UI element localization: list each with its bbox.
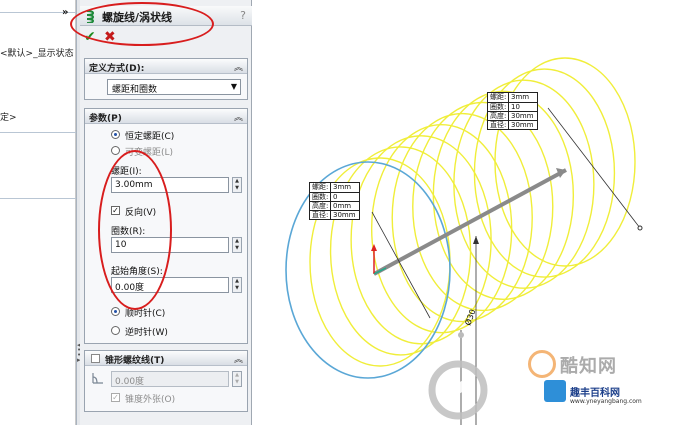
taper-outward-checkbox[interactable]: ✓ bbox=[111, 393, 120, 402]
annotation-oval-parameters bbox=[98, 150, 172, 310]
definition-group-header[interactable]: 定义方式(D): ︽ bbox=[85, 59, 247, 74]
pitch-spinner[interactable]: ▲ ▼ bbox=[232, 177, 242, 193]
radio-constant-pitch[interactable] bbox=[111, 130, 120, 139]
feature-tree-panel: <默认>_显示状态 定> » bbox=[0, 0, 76, 425]
taper-angle-field[interactable]: 0.00度 bbox=[111, 371, 229, 387]
taper-angle-icon bbox=[92, 373, 103, 384]
parameters-header-label: 参数(P) bbox=[89, 114, 122, 124]
drag-handle[interactable] bbox=[458, 332, 464, 338]
callout-tag-start[interactable]: 螺距: 3mm 圈数: 0 高度: 0mm 直径: 30mm bbox=[309, 182, 360, 220]
expand-panel-icon[interactable]: » bbox=[62, 7, 68, 18]
watermark-circle-icon bbox=[528, 350, 556, 378]
diameter-dimension-text[interactable]: Ø30 bbox=[462, 308, 477, 327]
taper-angle-spinner[interactable]: ▲ ▼ bbox=[232, 371, 242, 387]
collapse-chevron-icon[interactable]: ︽ bbox=[234, 110, 243, 123]
annotation-oval-title bbox=[70, 2, 214, 46]
tree-divider bbox=[0, 132, 76, 133]
taper-group: 锥形螺纹线(T) ︽ 0.00度 ▲ ▼ ✓ 锥度外张(O) bbox=[84, 350, 248, 412]
parameters-group-header[interactable]: 参数(P) ︽ bbox=[85, 109, 247, 124]
leader-line bbox=[547, 107, 641, 229]
radio-clockwise[interactable] bbox=[111, 307, 120, 316]
tree-divider bbox=[0, 198, 76, 199]
definition-method-value: 螺距和圈数 bbox=[112, 85, 158, 95]
tree-item-fragment[interactable]: 定> bbox=[0, 110, 17, 123]
taper-outward-label: 锥度外张(O) bbox=[125, 395, 176, 405]
taper-angle-value: 0.00度 bbox=[115, 377, 145, 387]
leader-line bbox=[371, 211, 431, 319]
revolutions-spinner[interactable]: ▲ ▼ bbox=[232, 237, 242, 253]
watermark: 酷知网 趣丰百科网 www.yneyangbang.com bbox=[428, 342, 662, 422]
tree-item-display-state[interactable]: <默认>_显示状态 bbox=[0, 46, 74, 59]
radio-counterclockwise[interactable] bbox=[111, 326, 120, 335]
watermark-site-name: 趣丰百科网 bbox=[570, 388, 620, 399]
radio-counterclockwise-label: 逆时针(W) bbox=[125, 328, 168, 338]
callout-tag-end[interactable]: 螺距: 3mm 圈数: 10 高度: 30mm 直径: 30mm bbox=[487, 92, 538, 130]
definition-group: 定义方式(D): ︽ 螺距和圈数 ▼ bbox=[84, 58, 248, 100]
collapse-chevron-icon[interactable]: ︽ bbox=[234, 352, 243, 365]
dimension-arrow bbox=[473, 236, 479, 244]
watermark-logo-icon bbox=[428, 360, 488, 420]
leader-endpoint bbox=[637, 225, 643, 231]
radio-constant-pitch-label: 恒定螺距(C) bbox=[125, 132, 175, 142]
help-icon[interactable]: ? bbox=[240, 9, 246, 22]
definition-method-select[interactable]: 螺距和圈数 ▼ bbox=[107, 79, 241, 95]
taper-checkbox[interactable] bbox=[91, 354, 100, 363]
taper-group-header[interactable]: 锥形螺纹线(T) ︽ bbox=[85, 351, 247, 366]
definition-header-label: 定义方式(D): bbox=[89, 64, 145, 74]
start-angle-spinner[interactable]: ▲ ▼ bbox=[232, 277, 242, 293]
watermark-badge-icon bbox=[544, 380, 566, 402]
taper-header-label: 锥形螺纹线(T) bbox=[105, 356, 165, 366]
watermark-site-url: www.yneyangbang.com bbox=[570, 398, 642, 405]
chevron-down-icon: ▼ bbox=[230, 82, 237, 91]
watermark-brand: 酷知网 bbox=[560, 356, 617, 377]
collapse-chevron-icon[interactable]: ︽ bbox=[234, 60, 243, 73]
radio-variable-pitch[interactable] bbox=[111, 146, 120, 155]
